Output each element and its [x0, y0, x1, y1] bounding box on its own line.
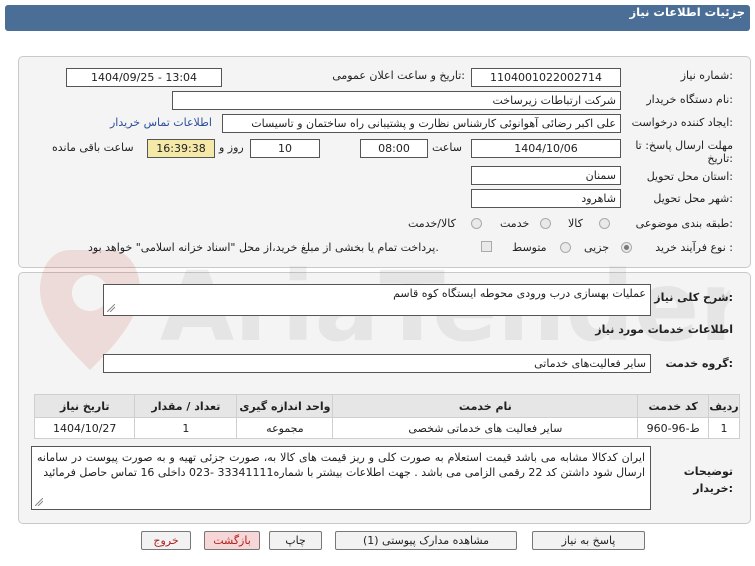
process-radio-small[interactable] — [621, 242, 632, 253]
remaining-time-field: 16:39:38 — [147, 139, 215, 158]
service-group-field: سایر فعالیت‌های خدماتی — [103, 354, 651, 373]
process-radio-medium[interactable] — [560, 242, 571, 253]
col-need-date: تاریخ نیاز — [33, 394, 136, 418]
creator-label: ایجاد کننده درخواست: — [631, 116, 733, 129]
province-label: استان محل تحویل: — [646, 170, 733, 183]
category-label: طبقه بندی موضوعی: — [635, 217, 733, 230]
need-number-field: 1104001022002714 — [471, 68, 621, 87]
cell-unit: مجموعه — [236, 417, 334, 439]
category-option-service: خدمت — [500, 217, 530, 230]
announce-datetime-label: تاریخ و ساعت اعلان عمومی: — [332, 69, 465, 82]
cell-row: 1 — [708, 417, 740, 439]
province-field: سمنان — [471, 166, 621, 185]
process-option-medium: متوسط — [512, 241, 547, 254]
deadline-date-field: 1404/10/06 — [471, 139, 621, 158]
services-table: ردیف کد خدمت نام خدمت واحد اندازه گیری ت… — [33, 394, 740, 439]
cell-quantity: 1 — [134, 417, 238, 439]
back-button[interactable]: بازگشت — [204, 531, 260, 550]
deadline-days-field: 10 — [250, 139, 320, 158]
deadline-time-field: 08:00 — [360, 139, 428, 158]
service-group-label: گروه خدمت: — [665, 357, 733, 370]
treasury-checkbox[interactable] — [481, 241, 492, 252]
deadline-time-label: ساعت — [432, 141, 462, 154]
buyer-notes-field: ایران کدکالا مشابه می باشد قیمت استعلام … — [31, 446, 651, 510]
col-row: ردیف — [708, 394, 740, 418]
need-number-label: شماره نیاز: — [680, 69, 733, 82]
buyer-contact-link[interactable]: اطلاعات تماس خریدار — [110, 116, 212, 129]
col-unit: واحد اندازه گیری — [236, 394, 334, 418]
category-radio-goods[interactable] — [599, 218, 610, 229]
cell-service-code: ط-96-960 — [637, 417, 710, 439]
creator-field: علی اکبر رضائی آهوانوئی کارشناس نظارت و … — [222, 114, 621, 133]
buyer-org-field: شرکت ارتباطات زیرساخت — [172, 91, 621, 110]
category-radio-service[interactable] — [540, 218, 551, 229]
resize-grip-icon[interactable] — [35, 498, 43, 506]
buyer-notes-label: توضیحات خریدار: — [683, 465, 733, 495]
summary-field: عملیات بهسازی درب ورودی محوطه ایستگاه کو… — [103, 284, 651, 316]
category-option-goods: کالا — [568, 217, 583, 230]
remaining-label: ساعت باقی مانده — [52, 141, 134, 154]
cell-need-date: 1404/10/27 — [33, 417, 136, 439]
announce-datetime-field: 1404/09/25 - 13:04 — [66, 68, 222, 87]
attachments-button[interactable]: مشاهده مدارک پیوستی (1) — [335, 531, 517, 550]
services-title: اطلاعات خدمات مورد نیاز — [595, 323, 733, 336]
reply-button[interactable]: پاسخ به نیاز — [532, 531, 645, 550]
page-title: جزئیات اطلاعات نیاز — [629, 5, 745, 19]
col-quantity: تعداد / مقدار — [134, 394, 238, 418]
days-label: روز و — [219, 141, 244, 154]
process-label: نوع فرآیند خرید : — [655, 241, 733, 254]
exit-button[interactable]: خروج — [141, 531, 191, 550]
col-service-code: کد خدمت — [637, 394, 710, 418]
treasury-note: پرداخت تمام یا بخشی از مبلغ خرید،از محل … — [88, 241, 439, 254]
process-option-small: جزیی — [584, 241, 610, 254]
print-button[interactable]: چاپ — [269, 531, 322, 550]
buyer-org-label: نام دستگاه خریدار: — [646, 93, 733, 106]
summary-label: شرح کلی نیاز: — [654, 291, 733, 304]
buyer-notes-text: ایران کدکالا مشابه می باشد قیمت استعلام … — [37, 451, 645, 479]
summary-text: عملیات بهسازی درب ورودی محوطه ایستگاه کو… — [393, 287, 646, 300]
cell-service-name: سایر فعالیت های خدماتی شخصی — [332, 417, 639, 439]
city-field: شاهرود — [471, 189, 621, 208]
col-service-name: نام خدمت — [332, 394, 639, 418]
table-row: 1 ط-96-960 سایر فعالیت های خدماتی شخصی م… — [33, 417, 740, 439]
category-option-both: کالا/خدمت — [408, 217, 456, 230]
category-radio-both[interactable] — [471, 218, 482, 229]
table-header-row: ردیف کد خدمت نام خدمت واحد اندازه گیری ت… — [33, 394, 740, 418]
resize-grip-icon[interactable] — [107, 304, 115, 312]
deadline-label: مهلت ارسال پاسخ: تا تاریخ: — [635, 139, 733, 165]
city-label: شهر محل تحویل: — [653, 192, 733, 205]
